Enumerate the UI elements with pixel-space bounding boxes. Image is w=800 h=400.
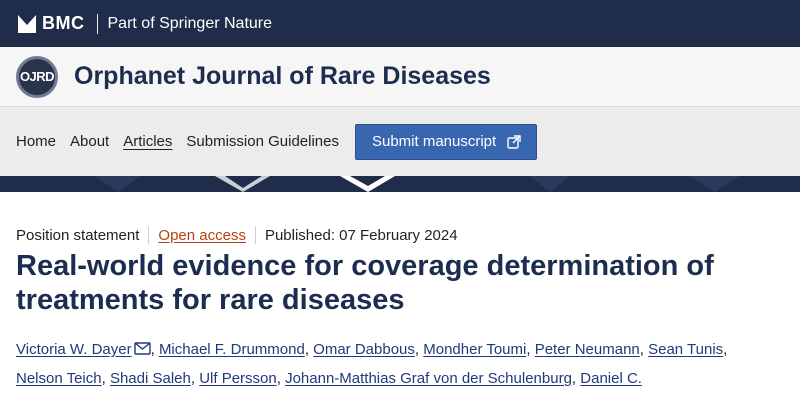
meta-divider (254, 226, 256, 244)
author-link[interactable]: Nelson Teich (16, 370, 102, 387)
nav-about[interactable]: About (70, 133, 109, 150)
springer-nature-link[interactable]: Part of Springer Nature (108, 15, 273, 33)
author-link[interactable]: Daniel C. (580, 370, 642, 387)
submit-manuscript-label: Submit manuscript (371, 133, 497, 150)
author-link[interactable]: Johann-Matthias Graf von der Schulenburg (285, 370, 572, 387)
published-date: Published: 07 February 2024 (264, 226, 458, 244)
author-link[interactable]: Mondher Toumi (423, 341, 526, 358)
bmc-logo-icon[interactable] (18, 14, 36, 33)
bmc-brand[interactable]: BMC (42, 13, 85, 34)
journal-nav: Home About Articles Submission Guideline… (0, 106, 800, 176)
pattern-shapes (95, 176, 740, 192)
external-link-icon (507, 134, 521, 149)
article-header: Position statement Open access Published… (16, 192, 786, 393)
author-link[interactable]: Peter Neumann (535, 341, 640, 358)
article-type: Position statement (16, 226, 140, 244)
nav-home[interactable]: Home (16, 133, 56, 150)
author-link[interactable]: Ulf Persson (199, 370, 277, 387)
author-link[interactable]: Shadi Saleh (110, 370, 191, 387)
author-link[interactable]: Victoria W. Dayer (16, 341, 132, 358)
article-meta: Position statement Open access Published… (16, 226, 786, 244)
article-title: Real-world evidence for coverage determi… (16, 250, 714, 316)
submit-manuscript-button[interactable]: Submit manuscript (354, 123, 538, 160)
journal-logo[interactable]: OJRD (16, 55, 58, 98)
open-access-link[interactable]: Open access (158, 227, 246, 244)
decorative-pattern-band (0, 176, 800, 192)
springer-topbar: BMC Part of Springer Nature (0, 0, 800, 47)
nav-submission-guidelines[interactable]: Submission Guidelines (186, 133, 339, 150)
nav-articles[interactable]: Articles (123, 133, 172, 150)
journal-header: OJRD Orphanet Journal of Rare Diseases (0, 47, 800, 106)
journal-logo-text: OJRD (19, 69, 55, 84)
author-list: Victoria W. Dayer, Michael F. Drummond, … (16, 341, 728, 387)
email-icon[interactable] (133, 342, 151, 355)
author-link[interactable]: Omar Dabbous (313, 341, 415, 358)
author-link[interactable]: Sean Tunis (648, 341, 723, 358)
brand-divider (96, 13, 98, 34)
meta-divider (148, 226, 150, 244)
author-link[interactable]: Michael F. Drummond (159, 341, 305, 358)
journal-title[interactable]: Orphanet Journal of Rare Diseases (74, 62, 491, 91)
